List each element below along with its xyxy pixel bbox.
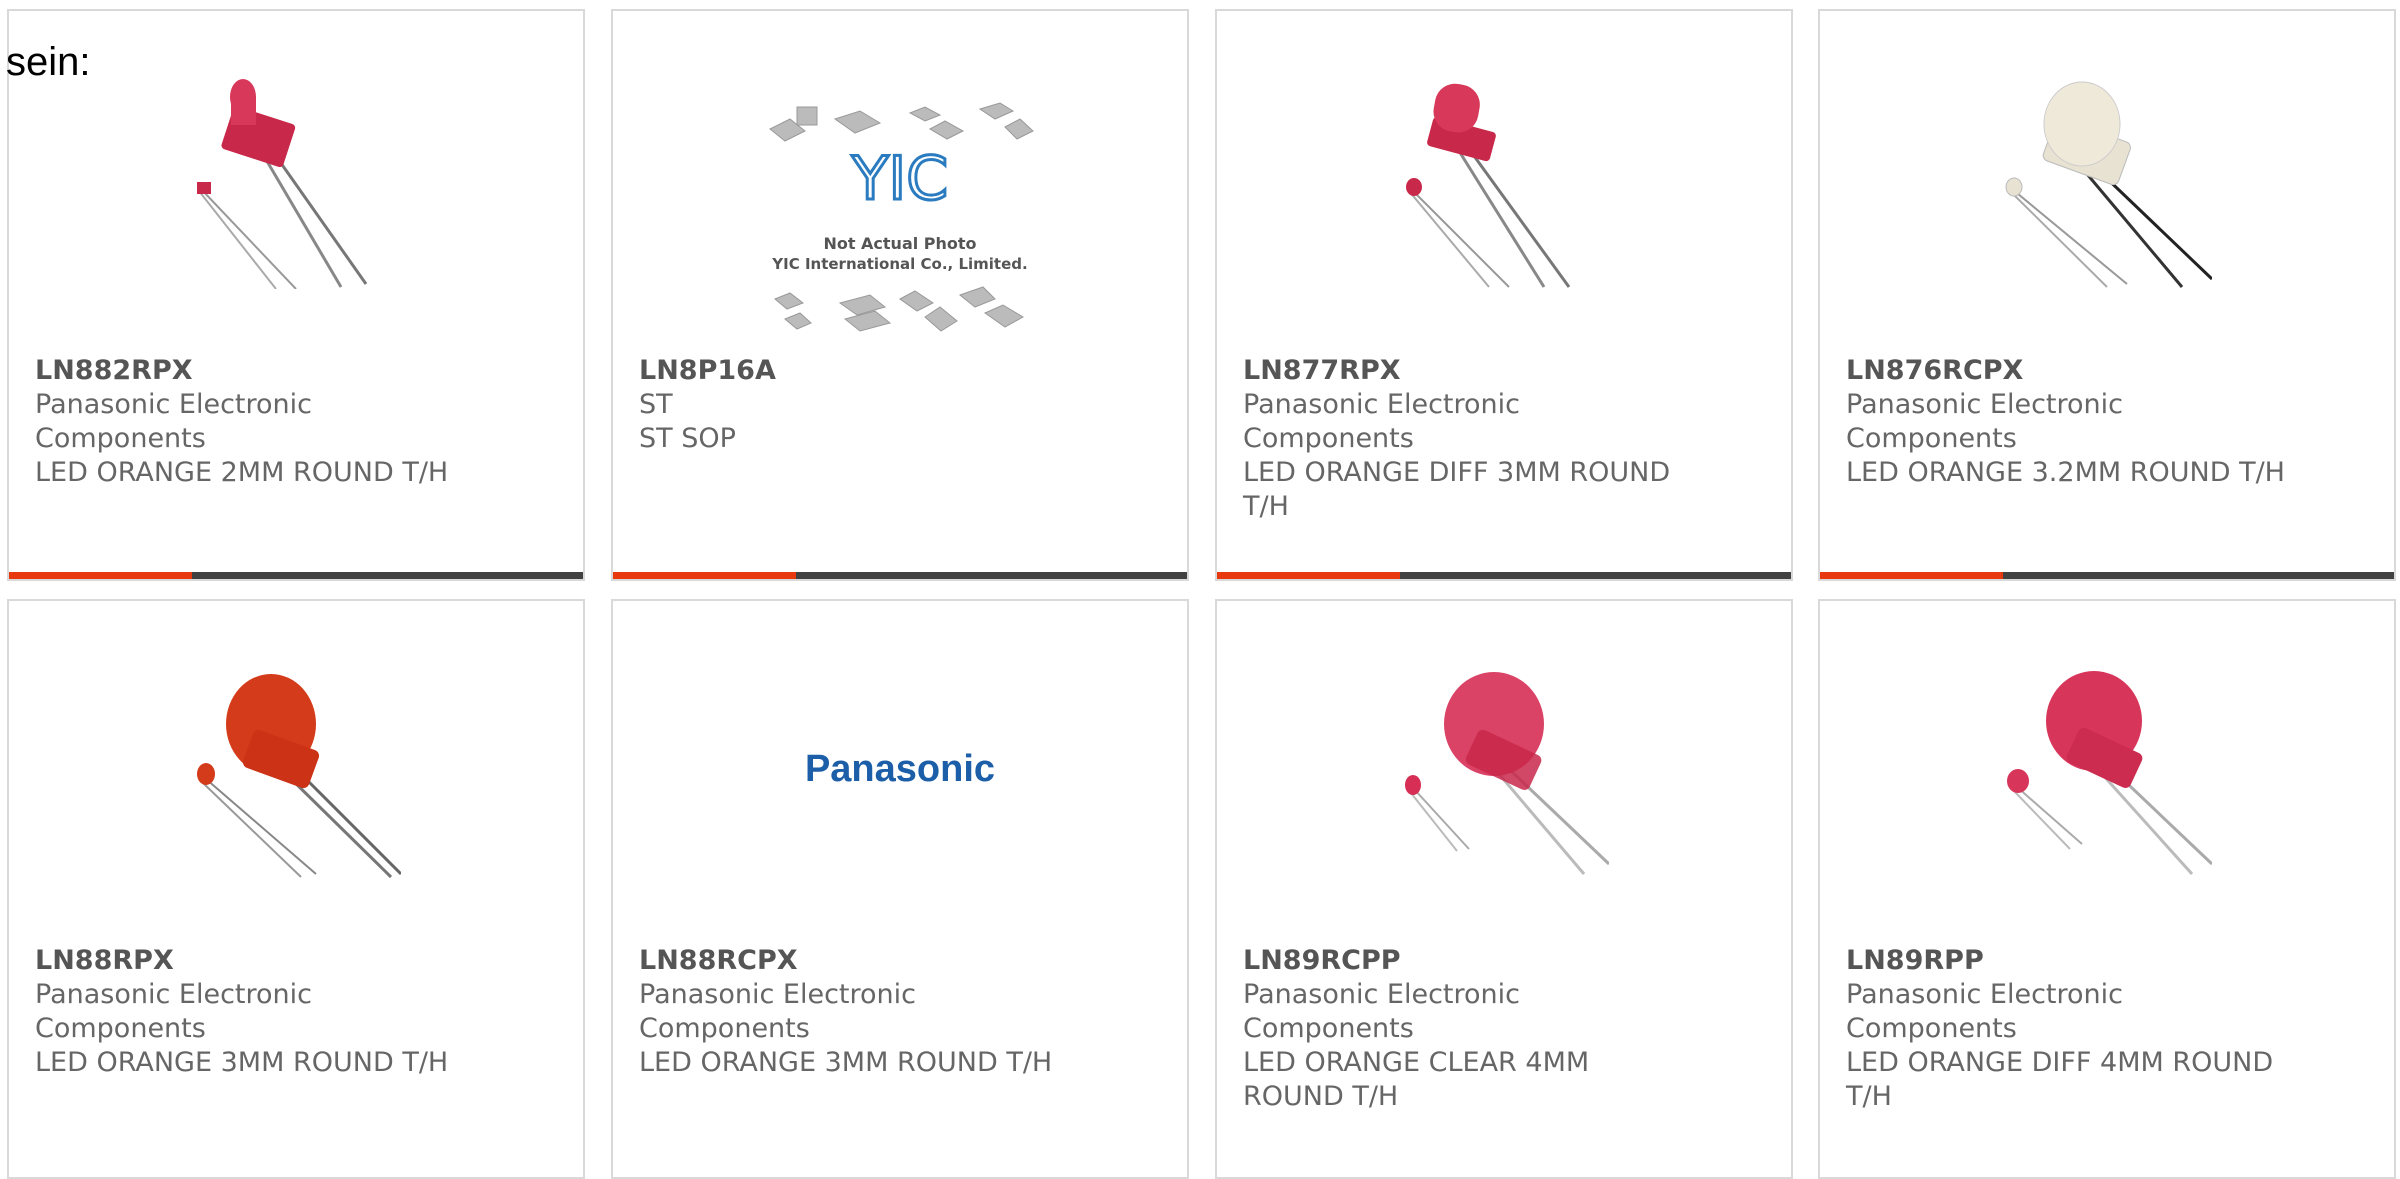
- led-4mm-diff-icon[interactable]: [2002, 669, 2212, 879]
- card-bar: [613, 572, 1187, 579]
- manufacturer: ST: [639, 389, 673, 420]
- card-bar: [9, 572, 583, 579]
- card-bar-accent: [1217, 572, 1400, 579]
- placeholder-line1: Not Actual Photo: [823, 234, 976, 253]
- part-number[interactable]: LN8P16A: [639, 354, 1079, 388]
- manufacturer: Panasonic Electronic Components: [1243, 389, 1520, 454]
- description: LED ORANGE 3MM ROUND T/H: [35, 1047, 449, 1078]
- product-card[interactable]: LN882RPX Panasonic Electronic Components…: [7, 9, 585, 581]
- part-number[interactable]: LN88RCPX: [639, 944, 1079, 978]
- placeholder-line2: YIC International Co., Limited.: [771, 255, 1027, 273]
- card-bar-accent: [9, 572, 192, 579]
- description: LED ORANGE 3.2MM ROUND T/H: [1846, 457, 2285, 488]
- part-number[interactable]: LN89RCPP: [1243, 944, 1683, 978]
- intro-text: sein:: [6, 40, 91, 84]
- part-number[interactable]: LN876RCPX: [1846, 354, 2286, 388]
- product-card[interactable]: LN876RCPX Panasonic Electronic Component…: [1818, 9, 2396, 581]
- placeholder-logo: YIC: [851, 144, 948, 214]
- product-card[interactable]: LN877RPX Panasonic Electronic Components…: [1215, 9, 1793, 581]
- led-3mm-orange-icon[interactable]: [191, 669, 401, 879]
- manufacturer: Panasonic Electronic Components: [1243, 979, 1520, 1044]
- product-card[interactable]: Panasonic LN88RCPX Panasonic Electronic …: [611, 599, 1189, 1179]
- product-card[interactable]: LN89RCPP Panasonic Electronic Components…: [1215, 599, 1793, 1179]
- product-card[interactable]: LN89RPP Panasonic Electronic Components …: [1818, 599, 2396, 1179]
- not-actual-photo-icon[interactable]: YIC Not Actual Photo YIC International C…: [765, 99, 1035, 332]
- led-3mm-diff-icon[interactable]: [1399, 79, 1609, 289]
- card-bar: [1217, 572, 1791, 579]
- card-bar-accent: [1820, 572, 2003, 579]
- manufacturer: Panasonic Electronic Components: [35, 979, 312, 1044]
- description: LED ORANGE DIFF 4MM ROUND T/H: [1846, 1047, 2274, 1112]
- part-number[interactable]: LN882RPX: [35, 354, 475, 388]
- description: LED ORANGE 2MM ROUND T/H: [35, 457, 449, 488]
- description: LED ORANGE 3MM ROUND T/H: [639, 1047, 1053, 1078]
- card-bar-accent: [613, 572, 796, 579]
- part-number[interactable]: LN877RPX: [1243, 354, 1683, 388]
- card-bar: [1820, 572, 2394, 579]
- manufacturer: Panasonic Electronic Components: [1846, 389, 2123, 454]
- manufacturer: Panasonic Electronic Components: [1846, 979, 2123, 1044]
- description: LED ORANGE CLEAR 4MM ROUND T/H: [1243, 1047, 1590, 1112]
- manufacturer: Panasonic Electronic Components: [35, 389, 312, 454]
- led-4mm-clear-icon[interactable]: [1399, 669, 1609, 879]
- product-card[interactable]: LN88RPX Panasonic Electronic Components …: [7, 599, 585, 1179]
- description: ST SOP: [639, 423, 736, 454]
- part-number[interactable]: LN89RPP: [1846, 944, 2286, 978]
- led-2mm-icon[interactable]: [191, 79, 401, 289]
- description: LED ORANGE DIFF 3MM ROUND T/H: [1243, 457, 1671, 522]
- manufacturer: Panasonic Electronic Components: [639, 979, 916, 1044]
- product-card[interactable]: YIC Not Actual Photo YIC International C…: [611, 9, 1189, 581]
- part-number[interactable]: LN88RPX: [35, 944, 475, 978]
- panasonic-logo-icon[interactable]: Panasonic: [770, 669, 1030, 879]
- panasonic-logo-text: Panasonic: [805, 748, 995, 790]
- led-3-2mm-clear-icon[interactable]: [2002, 79, 2212, 289]
